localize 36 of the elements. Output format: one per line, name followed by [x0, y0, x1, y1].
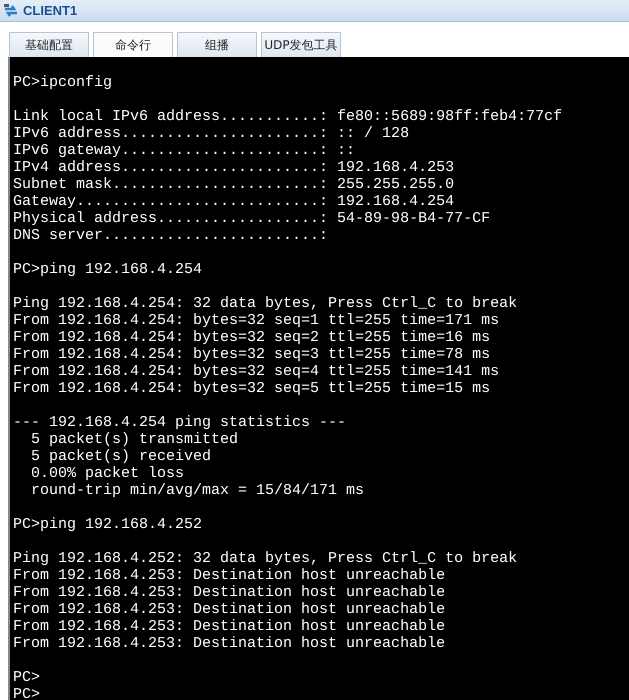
console-line: From 192.168.4.253: Destination host unreachable: [13, 567, 446, 584]
console-line: PC>: [13, 669, 40, 686]
console-line: PC>ipconfig: [13, 74, 112, 91]
console-line: Ping 192.168.4.252: 32 data bytes, Press Ctrl_C to break: [13, 550, 518, 567]
console-line: round-trip min/avg/max = 15/84/171 ms: [30, 482, 364, 499]
console-line: IPv6 gateway......................: ::: [13, 142, 356, 159]
window-title: CLIENT1: [23, 3, 78, 18]
network-icon: [3, 2, 19, 18]
console-line: PC>ping 192.168.4.254: [13, 261, 202, 278]
console-line: 0.00% packet loss: [30, 465, 184, 482]
console-line: DNS server........................:: [13, 227, 328, 244]
console-line: From 192.168.4.253: Destination host unreachable: [13, 635, 446, 652]
console-line: From 192.168.4.254: bytes=32 seq=5 ttl=255 time=15 ms: [13, 380, 490, 397]
console-line: Subnet mask.......................: 255.255.255.0: [13, 176, 454, 193]
console-line: IPv4 address......................: 192.168.4.253: [13, 159, 454, 176]
console-line: From 192.168.4.254: bytes=32 seq=1 ttl=255 time=171 ms: [13, 312, 500, 329]
tab[interactable]: 组播: [177, 32, 257, 57]
console-line: From 192.168.4.254: bytes=32 seq=3 ttl=255 time=78 ms: [13, 346, 490, 363]
tab[interactable]: 基础配置: [9, 32, 89, 57]
console-line: 5 packet(s) received: [30, 448, 212, 465]
console-line: Gateway...........................: 192.168.4.254: [13, 193, 454, 210]
console-line: From 192.168.4.253: Destination host unreachable: [13, 584, 446, 601]
tab[interactable]: UDP发包工具: [261, 32, 341, 57]
console-line: From 192.168.4.254: bytes=32 seq=4 ttl=255 time=141 ms: [13, 363, 500, 380]
console-line: PC>: [13, 686, 40, 700]
console-line: IPv6 address......................: :: / 128: [13, 125, 410, 142]
tab[interactable]: 命令行: [93, 32, 173, 57]
console-line: From 192.168.4.254: bytes=32 seq=2 ttl=255 time=16 ms: [13, 329, 490, 346]
console-line: Physical address..................: 54-89-98-B4-77-CF: [13, 210, 490, 227]
console-line: Link local IPv6 address...........: fe80::5689:98ff:feb4:77cf: [13, 108, 562, 125]
console-line: From 192.168.4.253: Destination host unreachable: [13, 601, 446, 618]
console-line: PC>ping 192.168.4.252: [13, 516, 202, 533]
console-line: Ping 192.168.4.254: 32 data bytes, Press Ctrl_C to break: [13, 295, 518, 312]
console-line: 5 packet(s) transmitted: [30, 431, 238, 448]
console-line: --- 192.168.4.254 ping statistics ---: [13, 414, 346, 431]
console-line: From 192.168.4.253: Destination host unreachable: [13, 618, 446, 635]
